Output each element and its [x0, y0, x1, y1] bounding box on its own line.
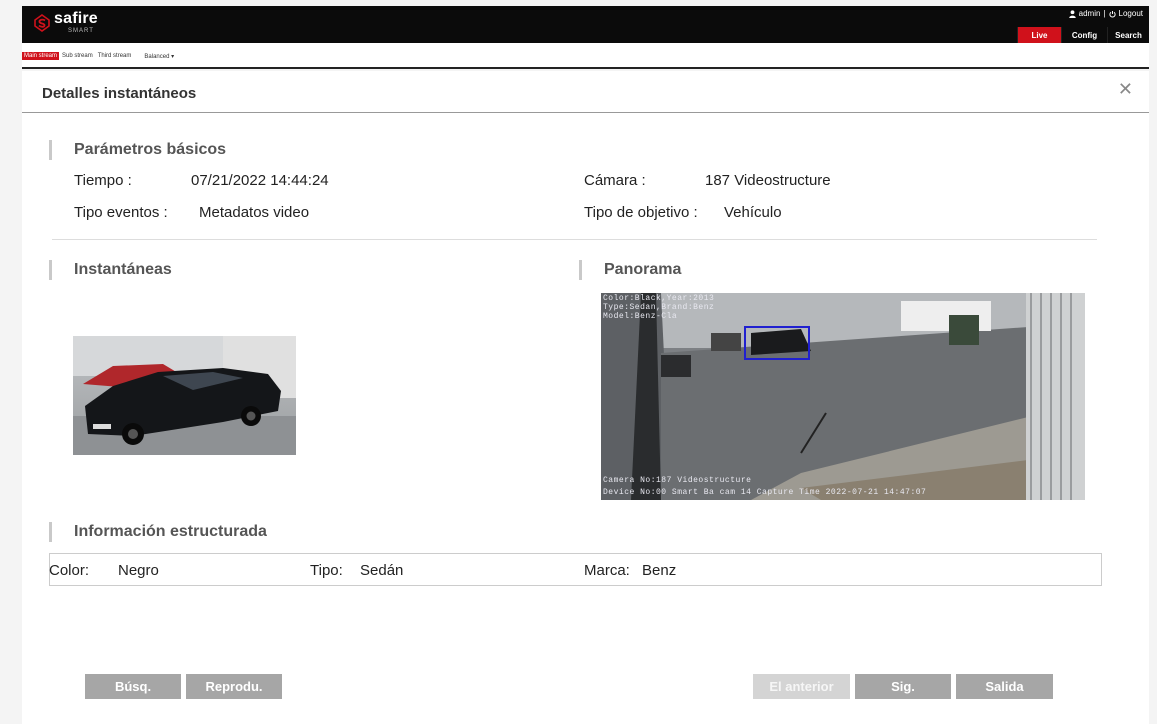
camera-value: 187 Videostructure: [705, 172, 831, 189]
structured-info-box: [49, 553, 1102, 586]
brand-sub: SMART: [68, 28, 94, 34]
top-bar: safire SMART admin | Logout Live Config …: [22, 6, 1149, 43]
overlay-device-line: Device No:00 Smart Ba cam 14 Capture Tim…: [603, 488, 927, 497]
dialog-title: Detalles instantáneos: [42, 85, 197, 102]
color-label: Color:: [49, 562, 90, 579]
stream-bar: Main stream Sub stream Third stream Bala…: [22, 43, 1149, 69]
time-label: Tiempo :: [74, 172, 132, 189]
header-separator: |: [1103, 9, 1106, 18]
structured-info-heading: Información estructurada: [49, 522, 267, 542]
color-value: Negro: [118, 562, 159, 579]
panorama-image[interactable]: Color:Black,Year:2013 Type:Sedan,Brand:B…: [601, 293, 1085, 500]
section-divider: [52, 239, 1097, 240]
snapshots-heading: Instantáneas: [49, 260, 172, 280]
quality-value: Balanced: [144, 54, 170, 60]
user-icon: [1068, 9, 1076, 18]
close-icon[interactable]: ✕: [1118, 79, 1133, 100]
target-type-value: Vehículo: [724, 204, 782, 221]
overlay-line-3: Model:Benz-Cla: [603, 312, 678, 321]
type-label: Tipo:: [310, 562, 343, 579]
camera-label: Cámara :: [584, 172, 646, 189]
safire-logo-icon: [34, 13, 50, 32]
event-type-label: Tipo eventos :: [74, 204, 168, 221]
user-area: admin | Logout: [1068, 9, 1143, 18]
stream-tab-third[interactable]: Third stream: [96, 52, 134, 60]
overlay-camera-line: Camera No:187 Videostructure: [603, 476, 752, 485]
type-value: Sedán: [360, 562, 404, 579]
brand-value: Benz: [642, 562, 677, 579]
quality-select[interactable]: Balanced ▾: [144, 53, 174, 60]
header-divider: [22, 112, 1149, 113]
panorama-scene: [601, 293, 1085, 500]
main-nav: Live Config Search: [1017, 27, 1149, 43]
nav-config[interactable]: Config: [1061, 27, 1107, 43]
safire-logo: safire SMART: [34, 11, 98, 34]
brand-name: safire: [54, 10, 98, 27]
vehicle-snapshot[interactable]: [73, 336, 296, 455]
panorama-heading: Panorama: [579, 260, 681, 280]
event-type-value: Metadatos video: [199, 204, 310, 221]
snapshot-details-dialog: Detalles instantáneos ✕ Parámetros básic…: [22, 71, 1149, 724]
overlay-line-2: Type:Sedan,Brand:Benz: [603, 303, 715, 312]
overlay-line-1: Color:Black,Year:2013: [603, 294, 715, 303]
nav-search[interactable]: Search: [1107, 27, 1149, 43]
next-button[interactable]: Sig.: [855, 674, 951, 699]
logout-link[interactable]: Logout: [1119, 9, 1143, 18]
nav-live[interactable]: Live: [1017, 27, 1061, 43]
stream-tab-sub[interactable]: Sub stream: [60, 52, 95, 60]
chevron-down-icon: ▾: [171, 54, 175, 60]
previous-button[interactable]: El anterior: [753, 674, 850, 699]
power-icon[interactable]: [1108, 10, 1116, 18]
stream-tab-main[interactable]: Main stream: [22, 52, 60, 60]
play-button[interactable]: Reprodu.: [186, 674, 282, 699]
search-button[interactable]: Búsq.: [85, 674, 181, 699]
time-value: 07/21/2022 14:44:24: [191, 172, 329, 189]
brand-label: Marca:: [584, 562, 630, 579]
basic-params-heading: Parámetros básicos: [49, 140, 226, 160]
exit-button[interactable]: Salida: [956, 674, 1053, 699]
username[interactable]: admin: [1079, 9, 1101, 18]
target-type-label: Tipo de objetivo :: [584, 204, 698, 221]
